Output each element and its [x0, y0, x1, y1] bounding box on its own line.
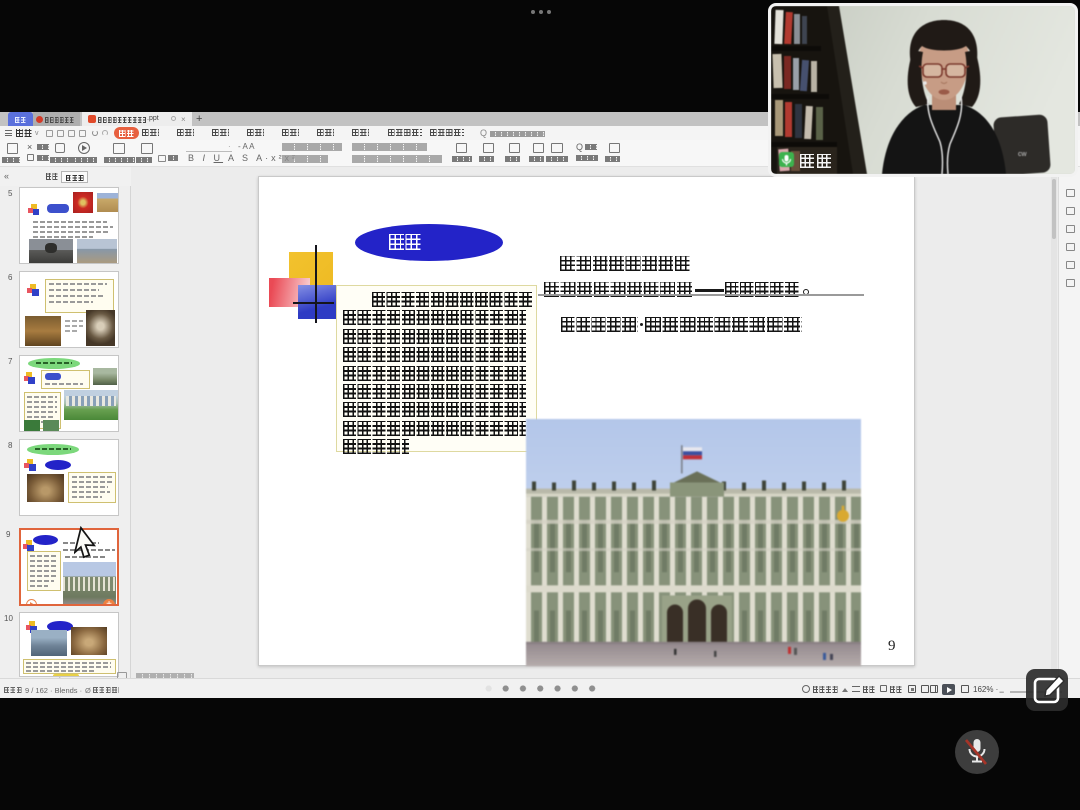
svg-text:cw: cw: [1018, 151, 1028, 158]
